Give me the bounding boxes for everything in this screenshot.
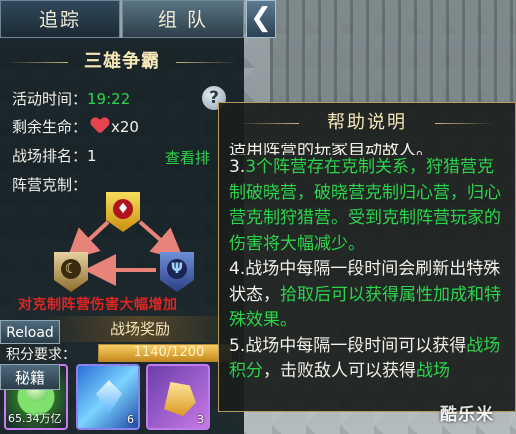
help-popup: 帮助说明 适用阵营的玩家自动敌人。 3.3个阵营存在克制关系，狩猎营克制破晓营，… [218, 102, 516, 412]
faction-hunter-icon: ♦ [106, 192, 140, 232]
help-paragraph-5: 5.战场中每隔一段时间可以获得战场积分，击败敌人可以获得战场 [229, 334, 511, 385]
faction-return-icon: ☾ [54, 252, 88, 292]
faction-arrows [66, 220, 185, 286]
help-p3-text: 3个阵营存在克制关系，狩猎营克制破晓营，破晓营克制归心营，归心营克制狩猎营。受到… [229, 157, 501, 254]
help-body: 适用阵营的玩家自动敌人。 3.3个阵营存在克制关系，狩猎营克制破晓营，破晓营克制… [229, 131, 511, 385]
collapse-panel-button[interactable]: ❮ [246, 0, 276, 38]
crystal-icon [96, 380, 122, 414]
help-p5-text-2: ，击败敌人可以获得 [263, 361, 416, 381]
gold-ore-icon [164, 382, 196, 416]
site-watermark: 酷乐米 [440, 405, 494, 425]
help-paragraph-4: 4.战场中每隔一段时间会刷新出特殊状态，拾取后可以获得属性加成和特殊效果。 [229, 257, 511, 334]
roof-tiles [270, 0, 516, 110]
help-cut-line: 适用阵营的玩家自动敌人。 [229, 143, 433, 155]
item-count: 6 [127, 413, 134, 426]
arrow-top-to-left [66, 220, 110, 261]
score-label: 积分要求： [6, 347, 76, 363]
reload-button[interactable]: Reload [0, 320, 60, 344]
item-count: 3 [197, 413, 204, 426]
reward-item-gold-ore[interactable]: 3 [146, 364, 210, 430]
help-paragraph-3: 3.3个阵营存在克制关系，狩猎营克制破晓营，破晓营克制归心营，归心营克制狩猎营。… [229, 155, 511, 257]
counter-note: 对克制阵营伤害大幅增加 [18, 297, 178, 313]
arrow-top-to-right [138, 220, 185, 261]
cheats-button[interactable]: 秘籍 [0, 364, 60, 390]
faction-dawn-icon: Ψ [160, 252, 194, 292]
item-count: 65.34万亿 [8, 412, 62, 425]
reward-item-crystal[interactable]: 6 [76, 364, 140, 430]
help-p5-text: 5.战场中每隔一段时间可以获得 [229, 335, 467, 356]
help-p3-number: 3. [229, 157, 246, 177]
reward-title: 战场奖励 [40, 316, 240, 342]
help-p5-highlight-2: 战场 [416, 361, 450, 381]
